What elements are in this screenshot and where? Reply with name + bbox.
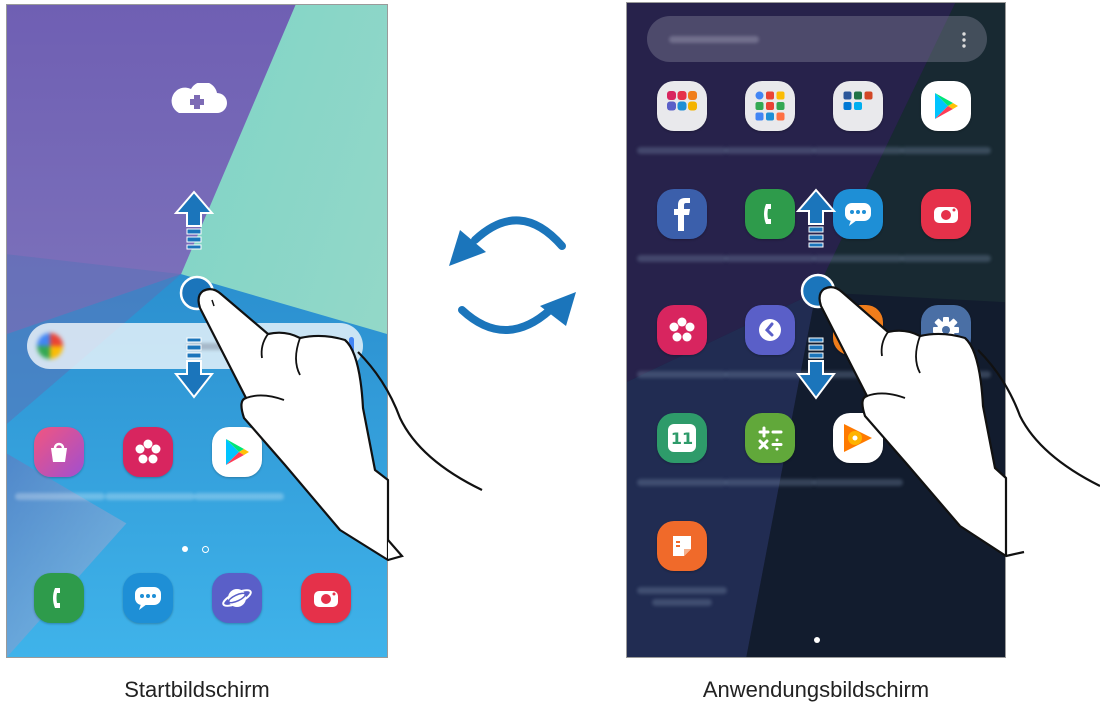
galaxy-store-icon[interactable]	[34, 427, 84, 477]
clock-label	[725, 371, 815, 378]
phone-icon[interactable]	[745, 189, 795, 239]
microsoft-folder-label	[813, 147, 903, 154]
more-options-icon[interactable]	[959, 30, 969, 50]
galaxy-icon[interactable]	[833, 305, 883, 355]
calendar-icon[interactable]: 11	[657, 413, 707, 463]
samsung-notes-label-line2	[652, 599, 712, 606]
calculator-label	[725, 479, 815, 486]
gallery-label	[105, 493, 195, 500]
phone-icon[interactable]	[34, 573, 84, 623]
apps-page-dot	[814, 637, 820, 643]
calendar-day: 11	[670, 428, 694, 448]
finder-search-bar[interactable]	[647, 16, 987, 62]
calendar-label	[637, 479, 727, 486]
search-hint-blur	[187, 343, 247, 350]
gallery-label	[637, 371, 727, 378]
play-store-icon[interactable]	[212, 427, 262, 477]
samsung-folder-icon[interactable]	[657, 81, 707, 131]
camera-icon[interactable]	[301, 573, 351, 623]
messages-icon[interactable]	[833, 189, 883, 239]
google-icon	[37, 333, 63, 359]
calculator-icon[interactable]	[745, 413, 795, 463]
clock-icon[interactable]	[745, 305, 795, 355]
switch-screens-arrows	[449, 216, 576, 334]
microsoft-folder-icon[interactable]	[833, 81, 883, 131]
camera-icon[interactable]	[921, 189, 971, 239]
samsung-notes-label	[637, 587, 727, 594]
google-folder-icon[interactable]	[745, 81, 795, 131]
settings-label	[901, 371, 991, 378]
mic-icon[interactable]	[349, 337, 354, 355]
finder-search-hint-blur	[669, 36, 759, 43]
page-dot-home	[182, 546, 188, 552]
play-store-label	[901, 147, 991, 154]
play-music-icon[interactable]	[833, 413, 883, 463]
messages-icon[interactable]	[123, 573, 173, 623]
galaxy-label	[813, 371, 903, 378]
settings-icon[interactable]	[921, 305, 971, 355]
apps-screen-caption: Anwendungsbildschirm	[702, 677, 930, 702]
internet-icon[interactable]	[212, 573, 262, 623]
home-screen	[6, 4, 388, 658]
messages-label	[813, 255, 903, 262]
facebook-icon[interactable]	[657, 189, 707, 239]
camera-label	[901, 255, 991, 262]
facebook-label	[637, 255, 727, 262]
gallery-icon[interactable]	[123, 427, 173, 477]
google-folder-label	[725, 147, 815, 154]
home-screen-caption: Startbildschirm	[124, 677, 270, 702]
search-bar[interactable]	[27, 323, 363, 369]
page-dot	[202, 546, 209, 553]
gallery-icon[interactable]	[657, 305, 707, 355]
samsung-folder-label	[637, 147, 727, 154]
cloud-add-icon[interactable]	[167, 83, 227, 115]
play-music-label	[813, 479, 903, 486]
phone-label	[725, 255, 815, 262]
play-store-label	[194, 493, 284, 500]
play-store-icon[interactable]	[921, 81, 971, 131]
apps-screen: 11	[626, 2, 1006, 658]
samsung-notes-icon[interactable]	[657, 521, 707, 571]
galaxy-store-label	[15, 493, 105, 500]
